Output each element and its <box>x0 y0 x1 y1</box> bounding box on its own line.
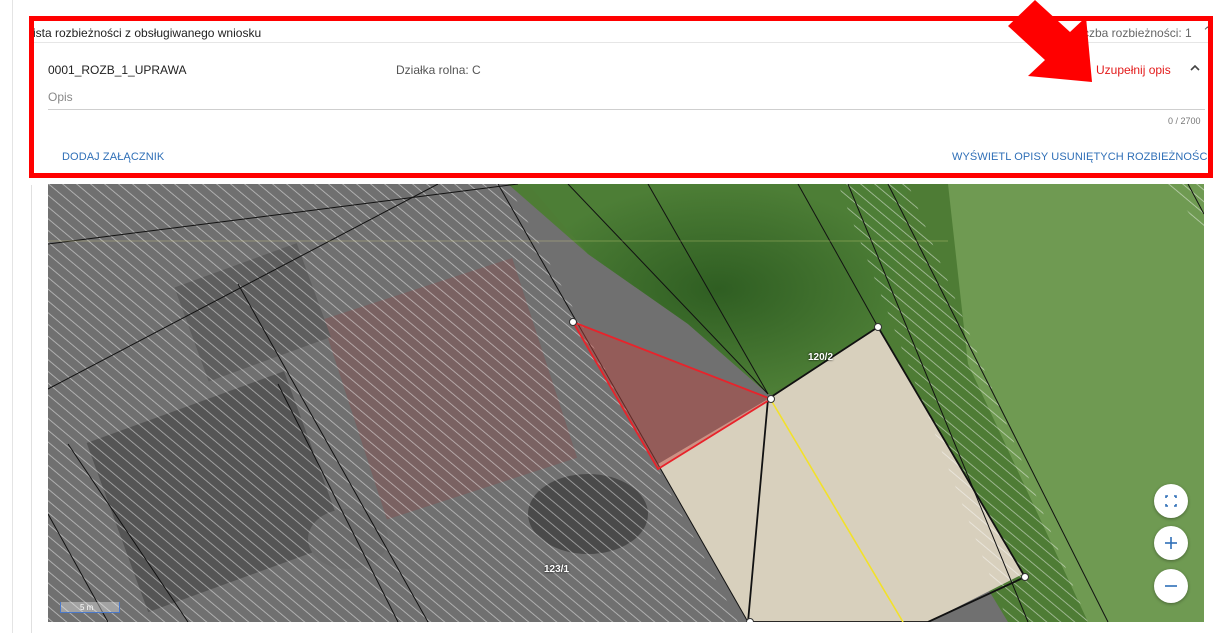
zoom-in-button[interactable] <box>1154 526 1188 560</box>
left-divider <box>12 0 13 633</box>
minus-icon <box>1165 585 1177 587</box>
description-field-label[interactable]: Opis <box>48 90 73 104</box>
zoom-out-button[interactable] <box>1154 569 1188 603</box>
chevron-up-icon[interactable]: ⌃ <box>1202 24 1213 40</box>
orthophoto-map <box>48 184 1204 622</box>
fullscreen-button[interactable] <box>1154 484 1188 518</box>
scale-label: 5 m <box>80 603 94 612</box>
character-counter: 0 / 2700 <box>1168 116 1201 126</box>
page-border <box>31 185 32 633</box>
red-arrow-icon <box>1008 0 1092 82</box>
show-removed-descriptions-button[interactable]: WYŚWIETL OPISY USUNIĘTYCH ROZBIEŻNOŚCI <box>952 151 1211 163</box>
map-view[interactable]: 120/2 123/1 5 m <box>48 184 1204 622</box>
add-attachment-button[interactable]: DODAJ ZAŁĄCZNIK <box>62 151 164 163</box>
parcel-label: 123/1 <box>544 564 570 575</box>
parcel-label: 120/2 <box>808 352 834 363</box>
parcel-name: Działka rolna: C <box>396 63 481 77</box>
discrepancy-id: 0001_ROZB_1_UPRAWA <box>48 63 187 77</box>
discrepancy-list-title: ista rozbieżności z obsługiwanego wniosk… <box>33 26 262 40</box>
chevron-up-icon[interactable] <box>1186 58 1204 78</box>
plus-icon <box>1165 537 1177 549</box>
fullscreen-icon <box>1165 495 1177 507</box>
